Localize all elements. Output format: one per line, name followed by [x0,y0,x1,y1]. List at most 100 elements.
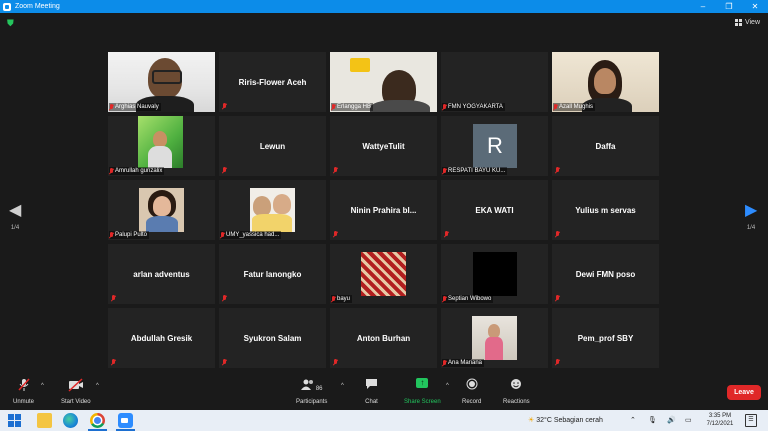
participant-tile[interactable]: Septian Wibowo [441,244,548,304]
participant-name: EKA WATI [475,205,514,215]
weather-text: 32°C Sebagian cerah [536,417,603,424]
close-button[interactable]: ✕ [742,0,768,13]
taskbar-clock[interactable]: 3:35 PM 7/12/2021 [700,412,740,428]
participant-tile[interactable]: Azall Mughis [552,52,659,112]
notification-icon[interactable]: ☰ [745,414,757,427]
microphone-muted-icon [17,378,30,392]
participant-tile[interactable]: FMN YOGYAKARTA [441,52,548,112]
previous-page-nav[interactable]: ◀ 1/4 [9,203,21,232]
zoom-app-icon [3,2,11,11]
participant-tile[interactable]: Abdullah Gresik [108,308,215,368]
participant-name: Yulius m servas [575,205,636,215]
participant-tile[interactable]: Amrullah gunzalix [108,116,215,176]
start-video-button[interactable]: Start Video [61,378,91,405]
participant-tile[interactable]: Syukron Salam [219,308,326,368]
speaker-icon[interactable]: 🔊 [667,410,676,431]
chat-label: Chat [365,399,378,405]
mic-muted-icon [222,295,227,302]
participant-tile[interactable]: Anton Burhan [330,308,437,368]
chevron-right-icon[interactable]: ▶ [745,203,757,219]
avatar-initial: R [473,124,517,168]
participant-name-label: Septian Wibowo [442,295,494,303]
participant-name: Arghias Nauvaly [115,104,159,110]
mic-muted-icon [331,295,336,303]
edge-browser-icon[interactable] [63,413,78,428]
participant-name: Pem_prof SBY [577,333,634,343]
audio-options-caret-icon[interactable]: ^ [41,383,44,389]
next-page-nav[interactable]: ▶ 1/4 [745,203,757,232]
participant-name-label: FMN YOGYAKARTA [442,103,505,111]
participant-tile[interactable]: R RESPATI BAYU KU... [441,116,548,176]
chat-button[interactable]: Chat [365,378,378,405]
network-icon[interactable]: ▭ [685,410,692,431]
window-title-bar: Zoom Meeting – ❐ ✕ [0,0,768,13]
participant-tile[interactable]: Dewi FMN poso [552,244,659,304]
participant-tile[interactable]: WattyeTulit [330,116,437,176]
participant-name: Amrullah gunzalix [115,168,163,174]
participant-name: RESPATI BAYU KU... [448,168,506,174]
participant-name-label: bayu [331,295,353,303]
participant-tile[interactable]: Daffa [552,116,659,176]
participant-name-label: Arghias Nauvaly [109,103,161,111]
participant-name: Erlangga HB [337,104,372,110]
participant-name: bayu [337,296,351,302]
participant-name: Ana Mariana [448,360,483,366]
participant-name-label: Erlangga HB [331,103,374,111]
participant-tile[interactable]: Lewun [219,116,326,176]
participant-name: Dewi FMN poso [575,269,636,279]
participant-name-label: Palupi Pulto [109,231,150,239]
maximize-button[interactable]: ❐ [716,0,742,13]
clock-time: 3:35 PM [708,413,732,419]
participant-tile[interactable]: Pem_prof SBY [552,308,659,368]
weather-sun-icon: ☀ [528,417,535,424]
participant-tile[interactable]: EKA WATI [441,180,548,240]
participant-tile[interactable]: arlan adventus [108,244,215,304]
reactions-icon [510,378,522,392]
participant-tile[interactable]: UMY_yassica had... [219,180,326,240]
participant-tile[interactable]: Ninin Prahira bl... [330,180,437,240]
microphone-tray-icon[interactable]: 🎙 [648,410,657,431]
participant-name: Ninin Prahira bl... [350,205,417,215]
mic-muted-icon [555,295,560,302]
mic-muted-icon [553,103,558,111]
participant-tile[interactable]: Riris-Flower Aceh [219,52,326,112]
participants-button[interactable]: 86 Participants [296,378,327,405]
record-button[interactable]: Record [462,378,481,405]
file-explorer-icon[interactable] [37,413,52,428]
zoom-taskbar-icon[interactable] [118,413,133,428]
participant-name: Daffa [595,141,616,151]
participant-tile[interactable]: bayu [330,244,437,304]
participants-caret-icon[interactable]: ^ [341,383,344,389]
participant-tile[interactable]: Palupi Pulto [108,180,215,240]
participant-tile[interactable]: Erlangga HB [330,52,437,112]
participant-tile[interactable]: Ana Mariana [441,308,548,368]
participant-tile[interactable]: Yulius m servas [552,180,659,240]
view-label: View [744,19,760,26]
record-icon [466,378,478,392]
window-title: Zoom Meeting [15,3,60,10]
participant-tile[interactable]: Fatur lanongko [219,244,326,304]
participant-name: Palupi Pulto [115,232,148,238]
windows-start-icon[interactable] [7,413,22,428]
mic-muted-icon [442,167,447,175]
chevron-left-icon[interactable]: ◀ [9,203,21,219]
minimize-button[interactable]: – [690,0,716,13]
reactions-button[interactable]: Reactions [503,378,530,405]
mic-muted-icon [222,359,227,366]
tray-chevron-icon[interactable]: ⌃ [630,410,636,431]
view-button[interactable]: View [734,19,760,26]
weather-widget[interactable]: ☀ 32°C Sebagian cerah [528,410,603,431]
unmute-button[interactable]: Unmute [13,378,34,405]
leave-button[interactable]: Leave [727,385,761,400]
video-options-caret-icon[interactable]: ^ [96,383,99,389]
participant-name-label: Azall Mughis [553,103,596,111]
chrome-browser-icon[interactable] [90,413,105,428]
mic-muted-icon [111,359,116,366]
security-shield-icon[interactable]: ⛊ [7,19,16,28]
share-screen-button[interactable]: ↑ Share Screen [404,378,441,405]
share-caret-icon[interactable]: ^ [446,383,449,389]
participant-name-label: RESPATI BAYU KU... [442,167,508,175]
mic-muted-icon [442,103,447,111]
unmute-label: Unmute [13,399,35,405]
participant-tile[interactable]: Arghias Nauvaly [108,52,215,112]
